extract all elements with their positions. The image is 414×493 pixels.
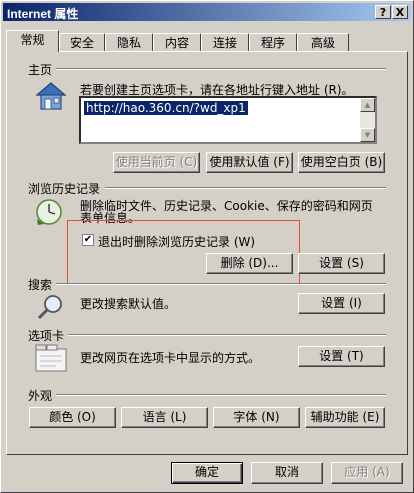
history-clock-icon: [36, 199, 62, 225]
tabs-settings-button[interactable]: 设置 (T): [298, 346, 385, 367]
use-current-page-button[interactable]: 使用当前页 (C): [113, 152, 200, 173]
appearance-divider: [56, 394, 386, 396]
history-settings-button[interactable]: 设置 (S): [298, 253, 385, 274]
tab-security[interactable]: 安全: [59, 33, 105, 51]
apply-button[interactable]: 应用 (A): [331, 462, 403, 484]
window-title: Internet 属性: [7, 7, 79, 21]
scroll-down-arrow-icon[interactable]: ▼: [360, 128, 375, 142]
fonts-button[interactable]: 字体 (N): [213, 407, 300, 428]
highlight-annotation-box: [67, 220, 300, 284]
homepage-section-label: 主页: [28, 63, 53, 77]
scroll-up-arrow-icon[interactable]: ▲: [360, 98, 375, 112]
appearance-section-label: 外观: [28, 389, 53, 403]
cancel-button[interactable]: 取消: [251, 462, 323, 484]
tab-programs[interactable]: 程序: [249, 33, 297, 51]
tab-privacy[interactable]: 隐私: [105, 33, 153, 51]
search-description: 更改搜索默认值。: [80, 297, 177, 311]
tabs-window-icon: [35, 344, 67, 372]
help-button[interactable]: ?: [375, 5, 391, 19]
house-icon: [35, 82, 67, 110]
search-settings-button[interactable]: 设置 (I): [298, 293, 385, 314]
internet-properties-dialog: Internet 属性 ? X 常规 安全 隐私 内容 连接 程序 高级 主页 …: [0, 0, 414, 493]
accessibility-button[interactable]: 辅助功能 (E): [305, 407, 385, 428]
use-blank-button[interactable]: 使用空白页 (B): [298, 152, 385, 173]
tabs-divider: [68, 334, 386, 336]
url-scrollbar[interactable]: ▲ ▼: [360, 98, 375, 142]
tabs-section-label: 选项卡: [28, 329, 65, 343]
close-button[interactable]: X: [392, 5, 408, 19]
search-divider: [56, 283, 386, 285]
homepage-url-value[interactable]: http://hao.360.cn/?wd_xp1: [84, 101, 248, 115]
delete-on-exit-checkbox[interactable]: ✔: [82, 234, 94, 246]
delete-on-exit-label[interactable]: 退出时删除浏览历史记录 (W): [98, 233, 255, 250]
tab-connections[interactable]: 连接: [201, 33, 249, 51]
delete-history-button[interactable]: 删除 (D)...: [206, 253, 293, 274]
search-section-label: 搜索: [28, 278, 53, 292]
homepage-divider: [56, 68, 386, 70]
magnifier-icon: [37, 295, 62, 320]
tab-general[interactable]: 常规: [6, 30, 59, 52]
history-section-label: 浏览历史记录: [28, 182, 101, 196]
colors-button[interactable]: 颜色 (O): [29, 407, 116, 428]
use-default-button[interactable]: 使用默认值 (F): [206, 152, 293, 173]
ok-button[interactable]: 确定: [171, 462, 243, 484]
title-bar[interactable]: Internet 属性 ? X: [3, 3, 411, 21]
tabs-description: 更改网页在选项卡中显示的方式。: [80, 351, 261, 365]
languages-button[interactable]: 语言 (L): [121, 407, 208, 428]
tab-content[interactable]: 内容: [153, 33, 201, 51]
history-divider: [105, 187, 386, 189]
tab-advanced[interactable]: 高级: [297, 33, 349, 51]
homepage-url-field[interactable]: http://hao.360.cn/?wd_xp1 ▲ ▼: [79, 96, 377, 144]
